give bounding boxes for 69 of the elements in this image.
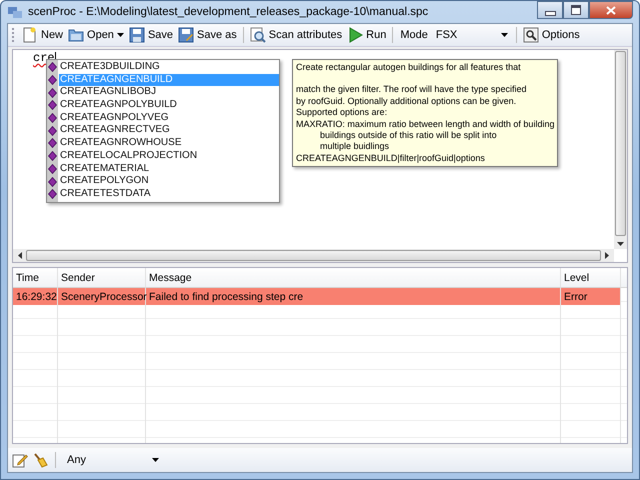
diamond-icon: [48, 62, 57, 72]
scroll-down-icon: [617, 242, 624, 246]
new-button[interactable]: New: [20, 26, 66, 44]
completion-item[interactable]: CREATELOCALPROJECTION: [59, 150, 279, 163]
scan-button[interactable]: Scan attributes: [248, 26, 344, 44]
close-icon: [606, 6, 616, 14]
tooltip-text: match the given filter. The roof will have the type specified: [296, 84, 528, 96]
diamond-icon: [48, 100, 57, 110]
scrollbar-thumb[interactable]: [615, 51, 626, 236]
dropdown-arrow-icon: [152, 458, 159, 462]
minimize-button[interactable]: [537, 1, 563, 19]
window-title: scenProc - E:\Modeling\latest_development_releases_package-10\manual.spc: [28, 6, 430, 18]
completion-item[interactable]: CREATEAGNROWHOUSE: [59, 137, 279, 150]
tooltip-text: CREATEAGNGENBUILD|filter|roofGuid|options: [296, 152, 486, 164]
tooltip-text: Supported options are:: [296, 107, 388, 119]
completion-item[interactable]: CREATEAGNRECTVEG: [59, 124, 279, 138]
close-button[interactable]: [589, 1, 633, 19]
diamond-icon: [48, 75, 57, 86]
document-icon: [22, 27, 38, 43]
scroll-left-icon: [18, 252, 22, 259]
diamond-icon: [48, 164, 57, 174]
table-cell: Error: [561, 288, 621, 305]
vertical-scrollbar[interactable]: [614, 50, 627, 249]
mode-label: Mode: [399, 29, 429, 41]
completion-item[interactable]: CREATEAGNPOLYVEG: [59, 112, 279, 124]
completion-item[interactable]: CREATEAGNLIBOBJ: [59, 86, 279, 100]
scrollbar-thumb[interactable]: [26, 250, 601, 261]
mode-dropdown[interactable]: FSX: [432, 26, 512, 44]
scroll-right-icon: [605, 252, 609, 259]
diamond-icon: [48, 126, 57, 136]
diamond-icon: [48, 176, 57, 187]
notepad-icon: [12, 452, 28, 468]
app-icon: [7, 4, 23, 20]
code-editor[interactable]: [12, 49, 628, 263]
toolbar-grip: [12, 28, 17, 42]
completion-item[interactable]: CREATETESTDATA: [59, 188, 279, 201]
dropdown-arrow-icon: [500, 33, 508, 37]
horizontal-scrollbar[interactable]: [13, 249, 614, 262]
tooltip-text: by roofGuid. Optionally additional options can be given.: [296, 96, 518, 108]
table-cell: Failed to find processing step cre: [146, 288, 561, 305]
tooltip-text: Create rectangular autogen buildings for all features that: [296, 62, 522, 74]
diamond-icon: [48, 138, 57, 148]
open-button[interactable]: Open: [66, 26, 126, 44]
save-as-button[interactable]: Save as: [176, 26, 239, 44]
filter-dropdown[interactable]: Any: [63, 452, 163, 468]
log-row[interactable]: 16:29:32 SceneryProcessor Failed to find processing step cre Error: [13, 288, 621, 305]
save-button[interactable]: Save: [126, 26, 176, 44]
diamond-icon: [48, 88, 57, 98]
completion-item[interactable]: CREATEAGNPOLYBUILD: [59, 99, 279, 112]
magnifier-icon: [250, 27, 266, 43]
broom-icon: [32, 452, 48, 468]
folder-icon: [68, 27, 84, 43]
tooltip-text: multiple buidlings: [319, 141, 390, 153]
settings-icon: [522, 27, 539, 43]
completion-item[interactable]: CREATEMATERIAL: [59, 162, 279, 176]
completion-item[interactable]: CREATEPOLYGON: [59, 175, 279, 188]
completion-item[interactable]: CREATE3DBUILDING: [59, 61, 279, 74]
diamond-icon: [48, 151, 57, 162]
tooltip-text: MAXRATIO: maximum ratio between length and width of building: [296, 118, 554, 130]
table-cell: SceneryProcessor: [58, 288, 146, 305]
options-button[interactable]: Options: [520, 26, 582, 44]
maximize-button[interactable]: [563, 1, 589, 19]
diamond-icon: [48, 113, 57, 124]
run-button[interactable]: Run: [345, 26, 388, 44]
diamond-icon: [48, 189, 57, 200]
tooltip-text: buildings outside of this ratio will be split into: [319, 130, 498, 142]
play-icon: [347, 27, 364, 43]
dropdown-arrow-icon: [116, 33, 124, 37]
table-cell: 16:29:32: [13, 288, 58, 305]
